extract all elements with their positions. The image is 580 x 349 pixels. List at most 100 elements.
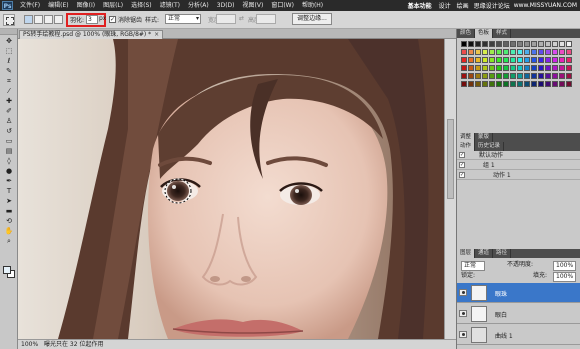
color-swatch[interactable] [517, 73, 523, 79]
close-icon[interactable]: × [154, 31, 159, 38]
color-swatch[interactable] [566, 73, 572, 79]
color-swatch[interactable] [552, 65, 558, 71]
color-swatch[interactable] [538, 81, 544, 87]
color-swatch[interactable] [531, 65, 537, 71]
color-swatch[interactable] [552, 73, 558, 79]
color-swatch[interactable] [510, 81, 516, 87]
tab-color[interactable]: 颜色 [457, 29, 476, 38]
color-swatch[interactable] [468, 41, 474, 47]
color-swatch[interactable] [482, 49, 488, 55]
color-swatch[interactable] [503, 57, 509, 63]
color-swatch[interactable] [524, 73, 530, 79]
antialias-option[interactable]: ✓ 消除锯齿 [109, 15, 142, 24]
menu-layer[interactable]: 图层(L) [99, 0, 127, 11]
height-field[interactable] [256, 14, 276, 24]
menu-select[interactable]: 选择(S) [127, 0, 156, 11]
tab-swatches[interactable]: 色板 [475, 29, 494, 38]
image-canvas[interactable] [18, 39, 444, 339]
color-swatch[interactable] [475, 49, 481, 55]
hand-tool-icon[interactable]: ✋ [3, 227, 15, 235]
color-swatch[interactable] [461, 73, 467, 79]
color-swatch[interactable] [503, 41, 509, 47]
color-swatch[interactable] [496, 57, 502, 63]
color-swatch[interactable] [545, 73, 551, 79]
width-field[interactable] [216, 14, 236, 24]
path-select-tool-icon[interactable]: ➤ [3, 197, 15, 205]
color-swatch[interactable] [552, 49, 558, 55]
pen-tool-icon[interactable]: ✒ [3, 177, 15, 185]
zoom-level[interactable]: 100% [21, 340, 38, 349]
color-swatch[interactable] [566, 49, 572, 55]
color-swatch[interactable] [475, 57, 481, 63]
color-swatch[interactable] [524, 81, 530, 87]
color-swatch[interactable] [531, 73, 537, 79]
color-swatch[interactable] [489, 81, 495, 87]
action-set-row[interactable]: ✓ 默认动作 [457, 151, 580, 160]
new-selection-icon[interactable] [24, 15, 33, 24]
history-brush-icon[interactable]: ↺ [3, 127, 15, 135]
color-swatch[interactable] [545, 65, 551, 71]
color-swatch[interactable] [538, 57, 544, 63]
color-swatch[interactable] [566, 65, 572, 71]
color-swatch[interactable] [545, 81, 551, 87]
color-swatch[interactable] [489, 65, 495, 71]
color-swatch[interactable] [538, 65, 544, 71]
color-swatch[interactable] [517, 65, 523, 71]
tab-adjustments[interactable]: 调整 [457, 133, 476, 142]
swatches-grid[interactable] [461, 41, 577, 95]
menu-window[interactable]: 窗口(W) [267, 0, 298, 11]
crop-tool-icon[interactable]: ⌗ [3, 77, 15, 85]
feather-input[interactable]: 3 [86, 15, 98, 24]
fill-input[interactable]: 100% [553, 272, 577, 282]
move-tool-icon[interactable]: ✥ [3, 37, 15, 45]
quick-select-tool-icon[interactable]: ✎ [3, 67, 15, 75]
color-swatch[interactable] [510, 73, 516, 79]
color-swatch[interactable] [496, 73, 502, 79]
color-swatch[interactable] [559, 57, 565, 63]
action-toggle[interactable]: ✓ [459, 172, 465, 178]
layer-row[interactable]: 曲线 1 [457, 325, 580, 345]
color-swatch[interactable] [510, 57, 516, 63]
3d-rotate-tool-icon[interactable]: ⟲ [3, 217, 15, 225]
color-swatch[interactable] [475, 73, 481, 79]
eyedropper-tool-icon[interactable]: ⁄ [3, 87, 15, 95]
action-set-row[interactable]: ✓ 组 1 [457, 161, 580, 170]
color-swatch[interactable] [531, 49, 537, 55]
tab-history[interactable]: 历史记录 [475, 142, 505, 151]
menu-filter[interactable]: 滤镜(T) [156, 0, 184, 11]
eraser-tool-icon[interactable]: ▭ [3, 137, 15, 145]
layer-row[interactable]: 眼珠 [457, 283, 580, 303]
color-swatch[interactable] [503, 73, 509, 79]
color-swatch[interactable] [531, 81, 537, 87]
color-swatch[interactable] [461, 81, 467, 87]
color-swatch[interactable] [566, 57, 572, 63]
color-swatch[interactable] [461, 49, 467, 55]
color-swatch[interactable] [475, 41, 481, 47]
color-swatch[interactable] [503, 49, 509, 55]
color-swatch[interactable] [552, 57, 558, 63]
scrollbar-thumb[interactable] [447, 119, 454, 199]
subtract-selection-icon[interactable] [44, 15, 53, 24]
color-swatch[interactable] [510, 65, 516, 71]
color-swatch[interactable] [482, 65, 488, 71]
refine-edge-button[interactable]: 调整边缘... [292, 13, 332, 25]
color-swatch[interactable] [503, 81, 509, 87]
zoom-tool-icon[interactable]: ⌕ [3, 237, 15, 245]
visibility-eye-icon[interactable] [459, 310, 467, 317]
color-swatch[interactable] [566, 41, 572, 47]
visibility-eye-icon[interactable] [459, 289, 467, 296]
color-swatch[interactable] [461, 41, 467, 47]
color-swatch[interactable] [531, 41, 537, 47]
blur-tool-icon[interactable]: ◊ [3, 157, 15, 165]
tab-layers[interactable]: 图层 [457, 249, 476, 258]
dodge-tool-icon[interactable]: ● [3, 167, 15, 175]
color-swatch[interactable] [496, 41, 502, 47]
color-swatch[interactable] [510, 41, 516, 47]
color-swatch[interactable] [524, 57, 530, 63]
color-swatch[interactable] [503, 65, 509, 71]
document-tab[interactable]: PS转手绘教程.psd @ 100% (眼珠, RGB/8#) * × [19, 30, 164, 39]
visibility-eye-icon[interactable] [459, 331, 467, 338]
color-swatch[interactable] [489, 41, 495, 47]
menu-help[interactable]: 帮助(H) [298, 0, 327, 11]
color-swatch[interactable] [531, 57, 537, 63]
